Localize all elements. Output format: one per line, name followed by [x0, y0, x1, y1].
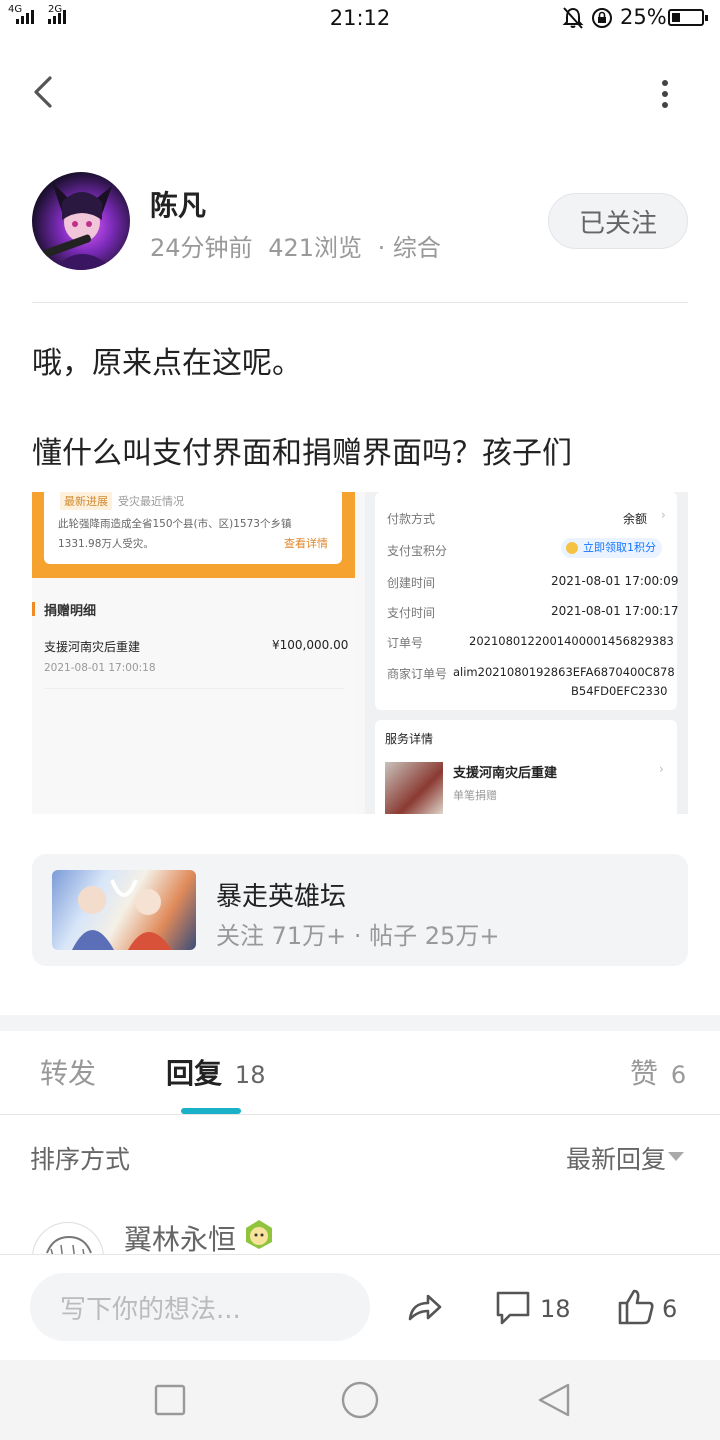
donation-item-time: 2021-08-01 17:00:18	[44, 662, 156, 674]
post-paragraph-2: 懂什么叫支付界面和捐赠界面吗？孩子们	[32, 436, 572, 471]
tab-reply[interactable]: 回复 18	[166, 1052, 265, 1092]
back-chevron-icon[interactable]	[28, 70, 68, 114]
sort-dropdown[interactable]: 最新回复	[566, 1140, 666, 1176]
forum-art-icon	[72, 879, 172, 950]
forum-card[interactable]: 暴走英雄坛 关注 71万+ · 帖子 25万+	[32, 854, 688, 966]
coin-icon	[566, 542, 578, 554]
notice-card: 最新进展 受灾最近情况 此轮强降雨造成全省150个县(市、区)1573个乡镇 1…	[44, 492, 342, 564]
paid-time-label: 支付时间	[387, 606, 436, 620]
status-bar: 4G 2G 21:12 25%	[0, 0, 720, 40]
disaster-tag: 受灾最近情况	[118, 495, 184, 508]
service-sub: 单笔捐赠	[453, 789, 497, 802]
order-no-value: 2021080122001400001456829383	[469, 634, 674, 648]
post-views: 421浏览	[268, 234, 362, 262]
claim-points-label: 立即领取1积分	[583, 541, 656, 554]
donation-detail-title: 捐赠明细	[44, 604, 97, 619]
post-meta: 24分钟前 421浏览 · 综合	[150, 228, 441, 263]
back-triangle-icon[interactable]	[536, 1382, 572, 1418]
follow-button[interactable]: 已关注	[548, 193, 688, 249]
latest-progress-tag: 最新进展	[60, 492, 112, 510]
tab-like-label: 赞	[630, 1057, 659, 1090]
chevron-right-icon: ›	[661, 508, 666, 522]
service-name: 支援河南灾后重建	[453, 766, 558, 781]
tab-repost[interactable]: 转发	[40, 1052, 96, 1092]
sort-label: 排序方式	[30, 1145, 131, 1174]
post-time: 24分钟前	[150, 234, 253, 262]
donation-item-amount: ¥100,000.00	[272, 638, 349, 652]
donation-item-name: 支援河南灾后重建	[44, 640, 141, 654]
recents-square-icon[interactable]	[154, 1384, 186, 1416]
post-paragraph-1: 哦，原来点在这呢。	[32, 346, 302, 381]
author-avatar[interactable]	[32, 172, 130, 270]
created-time-label: 创建时间	[387, 576, 436, 590]
post-image[interactable]: 最新进展 受灾最近情况 此轮强降雨造成全省150个县(市、区)1573个乡镇 1…	[32, 492, 688, 814]
mute-bell-icon	[562, 7, 584, 29]
section-gap	[0, 1015, 720, 1031]
more-vertical-icon[interactable]	[650, 74, 680, 114]
merchant-order-label: 商家订单号	[387, 667, 448, 681]
forum-name: 暴走英雄坛	[216, 882, 347, 912]
service-title: 服务详情	[385, 732, 434, 746]
forum-stats: 关注 71万+ · 帖子 25万+	[216, 922, 500, 950]
tab-like-count: 6	[670, 1061, 687, 1089]
forum-thumbnail	[52, 870, 196, 950]
battery-icon	[668, 9, 708, 26]
divider	[32, 302, 688, 303]
payment-screenshot: 付款方式 余额 › 支付宝积分 立即领取1积分 创建时间 2021-08-01 …	[365, 492, 688, 814]
user-level-badge-icon	[246, 1220, 272, 1249]
post-category: · 综合	[377, 234, 441, 262]
order-no-label: 订单号	[387, 636, 424, 650]
notice-line-2: 1331.98万人受灾。	[58, 538, 154, 550]
details-link: 查看详情	[284, 537, 328, 550]
battery-percent: 25%	[620, 5, 667, 29]
tab-like[interactable]: 赞 6	[630, 1052, 686, 1092]
service-thumbnail	[385, 762, 443, 814]
avatar-art-icon	[42, 182, 114, 270]
donation-screenshot: 最新进展 受灾最近情况 此轮强降雨造成全省150个县(市、区)1573个乡镇 1…	[32, 492, 355, 814]
pay-method-label: 付款方式	[387, 512, 436, 526]
like-count: 6	[662, 1295, 678, 1323]
payment-detail-card: 付款方式 余额 › 支付宝积分 立即领取1积分 创建时间 2021-08-01 …	[375, 492, 679, 710]
claim-points-pill: 立即领取1积分	[561, 538, 662, 558]
system-nav-bar	[0, 1360, 720, 1440]
comment-icon[interactable]	[494, 1289, 534, 1329]
rotation-lock-icon	[592, 8, 612, 28]
notice-line-1: 此轮强降雨造成全省150个县(市、区)1573个乡镇	[58, 518, 292, 530]
comment-username[interactable]: 翼林永恒	[124, 1218, 236, 1258]
share-icon[interactable]	[404, 1287, 444, 1327]
comment-count: 18	[540, 1295, 571, 1323]
pay-method-value: 余额	[623, 512, 648, 526]
bottom-action-bar: 写下你的想法... 18 6	[0, 1254, 720, 1361]
tab-reply-label: 回复	[166, 1057, 223, 1090]
service-card: 服务详情 支援河南灾后重建 单笔捐赠 ›	[375, 720, 677, 814]
paid-time-value: 2021-08-01 17:00:17	[551, 604, 679, 618]
reply-input[interactable]: 写下你的想法...	[30, 1273, 370, 1341]
tab-reply-count: 18	[234, 1061, 266, 1089]
divider	[0, 1114, 720, 1115]
chevron-right-icon: ›	[659, 762, 664, 776]
points-label: 支付宝积分	[387, 544, 448, 558]
caret-down-icon[interactable]	[668, 1152, 684, 1161]
author-name[interactable]: 陈凡	[150, 184, 206, 224]
thumbs-up-icon[interactable]	[616, 1287, 656, 1327]
merchant-order-value-2: B54FD0EFC2330	[571, 684, 668, 698]
merchant-order-value: alim2021080192863EFA6870400C878	[453, 665, 675, 679]
created-time-value: 2021-08-01 17:00:09	[551, 574, 679, 588]
home-circle-icon[interactable]	[340, 1380, 380, 1420]
